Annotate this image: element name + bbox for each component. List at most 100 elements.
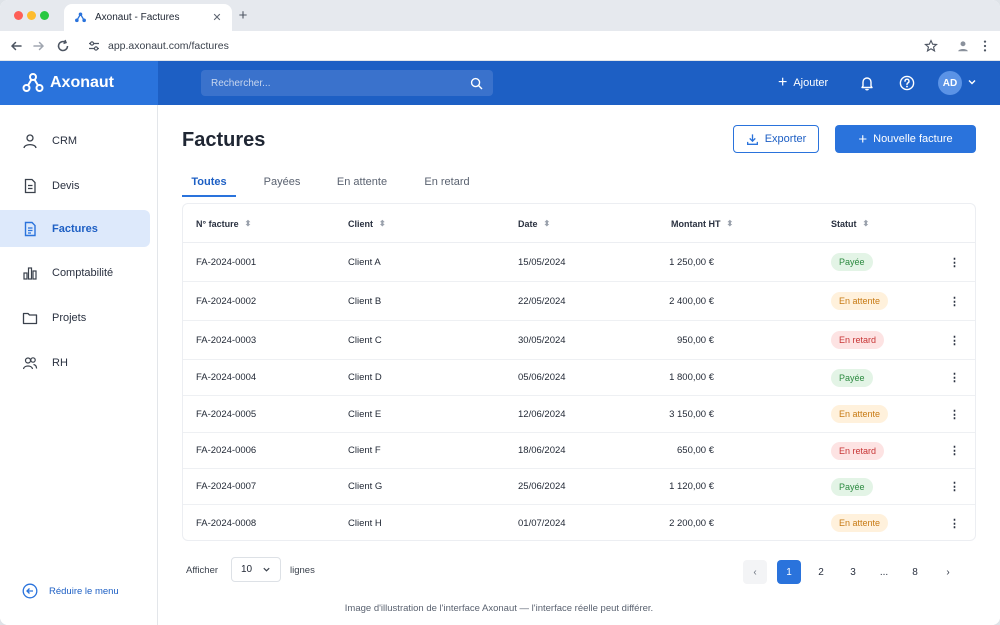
more-actions-icon[interactable]: ⋮	[949, 408, 960, 421]
page-button[interactable]: 8	[903, 560, 927, 584]
help-icon[interactable]	[899, 75, 915, 91]
more-actions-icon[interactable]: ⋮	[949, 480, 960, 493]
invoice-icon	[24, 221, 36, 236]
cell-client: Client B	[348, 295, 382, 307]
cell-client: Client C	[348, 334, 382, 346]
cell-amount: 3 150,00 €	[669, 408, 714, 420]
table-row[interactable]: FA-2024-0007 Client G 25/06/2024 1 120,00 €…	[183, 469, 975, 505]
more-actions-icon[interactable]: ⋮	[949, 256, 960, 269]
close-window-button[interactable]	[14, 11, 23, 20]
sort-icon[interactable]: ⬍	[544, 219, 551, 228]
sidebar-item-devis[interactable]: Devis	[0, 167, 150, 204]
add-button[interactable]: + Ajouter	[778, 73, 828, 93]
cell-status: En attente	[831, 282, 889, 320]
tab-en-attente[interactable]: En attente	[330, 167, 394, 197]
export-button[interactable]: Exporter	[733, 125, 819, 153]
user-icon	[23, 133, 37, 148]
page-button[interactable]: 1	[777, 560, 801, 584]
profile-icon[interactable]	[956, 39, 970, 53]
bar-chart-icon	[23, 266, 37, 280]
sort-icon[interactable]: ⬍	[727, 219, 734, 228]
sidebar-item-factures[interactable]: Factures	[0, 210, 150, 247]
cell-invoice-number: FA-2024-0005	[196, 408, 257, 420]
minimize-window-button[interactable]	[27, 11, 36, 20]
site-settings-icon[interactable]	[88, 40, 100, 52]
tab-payees[interactable]: Payées	[254, 167, 310, 197]
table-row[interactable]: FA-2024-0001 Client A 15/05/2024 1 250,00 €…	[183, 243, 975, 282]
status-badge: Payée	[831, 477, 873, 496]
address-bar: app.axonaut.com/factures	[0, 31, 1000, 61]
tab-toutes[interactable]: Toutes	[182, 167, 236, 197]
table-row[interactable]: FA-2024-0004 Client D 05/06/2024 1 800,00 €…	[183, 360, 975, 396]
page-title: Factures	[182, 129, 266, 151]
pagination-ellipsis: ...	[879, 566, 889, 578]
rows-per-page-select[interactable]: 10	[231, 557, 281, 582]
status-badge: En attente	[831, 292, 889, 310]
column-header-label: Statut	[831, 218, 857, 229]
page-button[interactable]: 3	[841, 560, 865, 584]
maximize-window-button[interactable]	[40, 11, 49, 20]
notifications-bell-icon[interactable]	[859, 75, 875, 91]
previous-page-button[interactable]: ‹	[743, 560, 767, 584]
more-actions-icon[interactable]: ⋮	[949, 371, 960, 384]
sort-icon[interactable]: ⬍	[379, 219, 386, 228]
status-badge: En attente	[831, 514, 889, 532]
table-row[interactable]: FA-2024-0003 Client C 30/05/2024 950,00 € En…	[183, 321, 975, 360]
cell-status: En attente	[831, 505, 889, 541]
browser-menu-icon[interactable]	[982, 39, 988, 53]
table-row[interactable]: FA-2024-0006 Client F 18/06/2024 650,00 € En…	[183, 433, 975, 469]
column-header-label: Date	[518, 218, 538, 229]
status-badge: Payée	[831, 253, 873, 271]
user-avatar[interactable]: AD	[938, 71, 962, 95]
column-header-date[interactable]: Date ⬍	[518, 204, 550, 243]
status-badge: En retard	[831, 441, 885, 460]
bookmark-star-icon[interactable]	[924, 39, 938, 53]
table-row[interactable]: FA-2024-0002 Client B 22/05/2024 2 400,00 €…	[183, 282, 975, 321]
table-row[interactable]: FA-2024-0008 Client H 01/07/2024 2 200,00 €…	[183, 505, 975, 541]
column-header-status[interactable]: Statut ⬍	[831, 204, 869, 243]
new-tab-button[interactable]: +	[236, 7, 250, 25]
column-header-client[interactable]: Client ⬍	[348, 204, 386, 243]
new-invoice-button[interactable]: + Nouvelle facture	[835, 125, 976, 153]
tab-en-retard[interactable]: En retard	[418, 167, 476, 197]
brand-logo[interactable]: Axonaut	[0, 61, 158, 105]
more-actions-icon[interactable]: ⋮	[949, 444, 960, 457]
cell-client: Client F	[348, 445, 381, 456]
url-field[interactable]: app.axonaut.com/factures	[80, 35, 948, 57]
sort-icon[interactable]: ⬍	[863, 219, 870, 228]
sidebar-item-projets[interactable]: Projets	[0, 299, 150, 336]
chevron-down-icon[interactable]	[967, 77, 977, 87]
document-icon	[24, 178, 36, 193]
column-header-label: Client	[348, 218, 374, 229]
cell-status: En attente	[831, 396, 889, 432]
close-tab-icon[interactable]: ✕	[210, 11, 224, 24]
more-actions-icon[interactable]: ⋮	[949, 334, 960, 347]
status-badge: En attente	[831, 405, 889, 423]
reload-icon[interactable]	[55, 38, 71, 54]
page-button[interactable]: 2	[809, 560, 833, 584]
next-page-button[interactable]: ›	[936, 560, 960, 584]
sidebar-item-comptabilite[interactable]: Comptabilité	[0, 254, 150, 291]
row-actions-container: ⋮	[949, 469, 960, 504]
cell-client: Client E	[348, 408, 382, 420]
forward-arrow-icon[interactable]	[31, 38, 47, 54]
cell-date: 15/05/2024	[518, 256, 566, 268]
more-actions-icon[interactable]: ⋮	[949, 517, 960, 530]
collapse-menu-button[interactable]: Réduire le menu	[22, 583, 119, 599]
browser-tab[interactable]: Axonaut - Factures ✕	[64, 4, 232, 31]
search-input[interactable]	[211, 77, 470, 89]
export-button-label: Exporter	[764, 133, 807, 145]
sort-icon[interactable]: ⬍	[245, 219, 252, 228]
sidebar-item-label: RH	[52, 356, 68, 369]
column-header-amount[interactable]: Montant HT ⬍	[671, 204, 733, 243]
search-icon[interactable]	[470, 77, 483, 90]
column-header-number[interactable]: N° facture ⬍	[196, 204, 251, 243]
sidebar-item-rh[interactable]: RH	[0, 344, 150, 381]
axonaut-favicon-icon	[75, 12, 86, 23]
table-row[interactable]: FA-2024-0005 Client E 12/06/2024 3 150,00 €…	[183, 396, 975, 433]
cell-date: 05/06/2024	[518, 372, 566, 383]
back-arrow-icon[interactable]	[8, 38, 24, 54]
download-icon	[746, 133, 758, 145]
sidebar-item-crm[interactable]: CRM	[0, 122, 150, 159]
more-actions-icon[interactable]: ⋮	[949, 295, 960, 308]
